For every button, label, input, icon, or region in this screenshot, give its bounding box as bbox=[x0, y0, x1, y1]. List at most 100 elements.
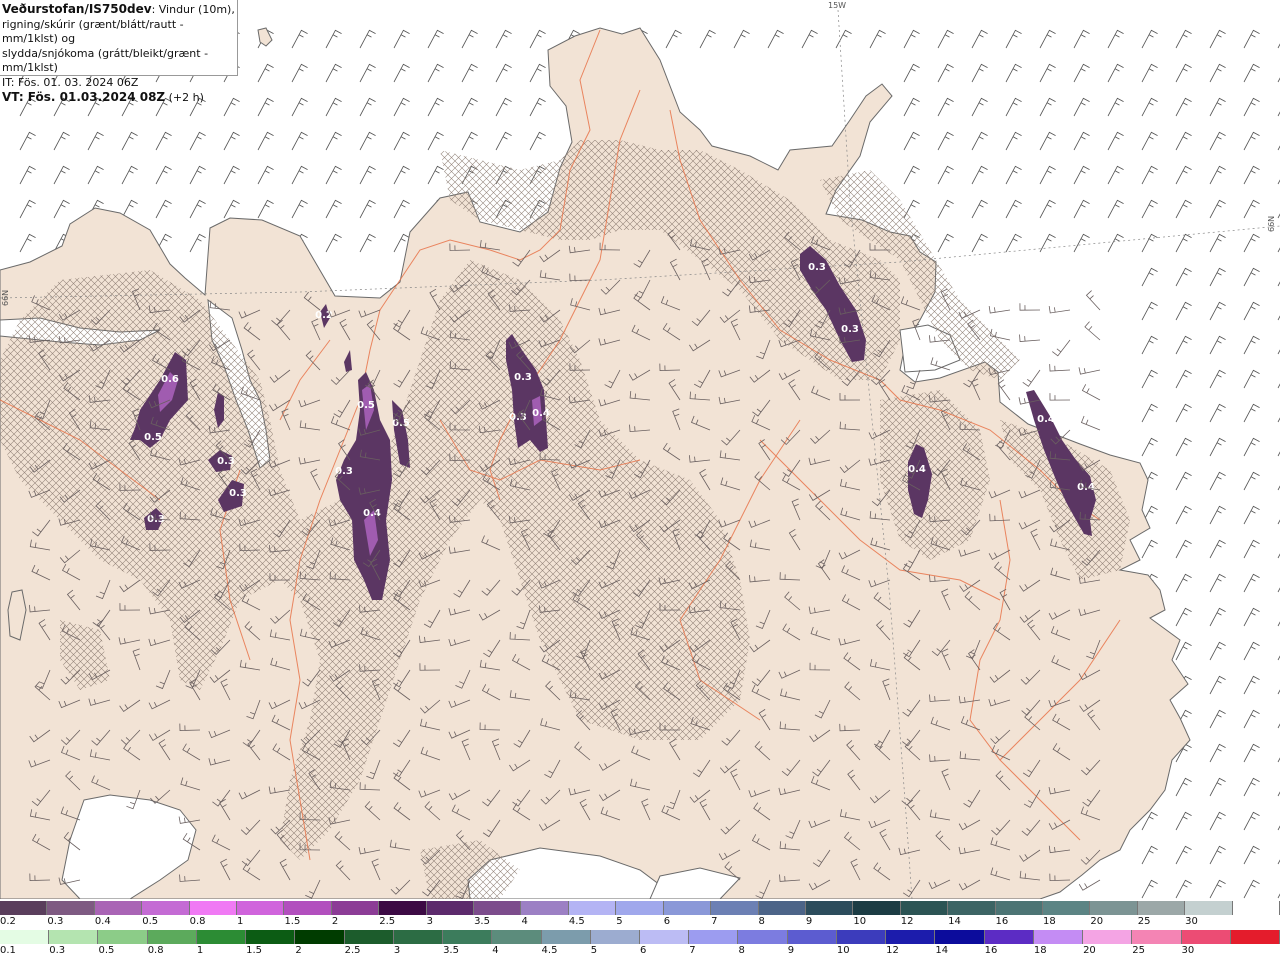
legend-tick-label: 6 bbox=[640, 945, 647, 956]
legend-tick-label: 8 bbox=[758, 916, 765, 927]
legend-swatch bbox=[935, 930, 985, 944]
legend-tick-label: 7 bbox=[711, 916, 718, 927]
legend-tick-label: 0.2 bbox=[0, 916, 16, 927]
legend-swatch bbox=[738, 930, 788, 944]
legend-tick-label: 1.5 bbox=[284, 916, 301, 927]
legend-swatch bbox=[147, 930, 197, 944]
precip-value-label: 0.3 bbox=[841, 324, 859, 335]
map-title-panel: Veðurstofan/IS750dev: Vindur (10m), rign… bbox=[0, 0, 238, 104]
legend-swatch bbox=[426, 901, 475, 915]
legend-swatch bbox=[0, 901, 48, 915]
legend-swatch bbox=[474, 901, 522, 915]
weather-map: 0.60.50.50.30.30.30.50.20.30.40.30.3 0.40… bbox=[0, 0, 1280, 899]
legend-swatch bbox=[94, 901, 143, 915]
lon-label-15w: 15W bbox=[828, 1, 846, 10]
legend-tick-label: 12 bbox=[900, 916, 914, 927]
legend-tick-label: 18 bbox=[1033, 945, 1047, 956]
legend-tick-label: 0.3 bbox=[47, 916, 64, 927]
legend-tick-label: 25 bbox=[1137, 916, 1151, 927]
legend-tick-label: 1 bbox=[237, 916, 244, 927]
precip-value-label: 0.4 bbox=[1037, 414, 1055, 425]
legend-swatch bbox=[344, 930, 394, 944]
legend-swatch bbox=[521, 901, 569, 915]
title-snow: slydda/snjókoma (grátt/bleikt/grænt - mm… bbox=[2, 46, 209, 75]
legend-tick-label: 10 bbox=[836, 945, 850, 956]
legend-swatch bbox=[1181, 930, 1231, 944]
legend-swatch bbox=[886, 930, 936, 944]
title-source: Veðurstofan/IS750dev bbox=[2, 2, 152, 16]
legend-tick-label: 1.5 bbox=[246, 945, 263, 956]
legend-tick-label: 25 bbox=[1132, 945, 1146, 956]
legend-tick-label: 3 bbox=[426, 916, 434, 927]
legend-tick-label: 4 bbox=[521, 916, 528, 927]
legend-swatch bbox=[805, 901, 854, 915]
legend-swatch bbox=[284, 901, 332, 915]
legend-swatch bbox=[443, 930, 493, 944]
valid-time: VT: Fös. 01.03.2024 08Z bbox=[2, 90, 166, 104]
legend-swatch bbox=[1033, 930, 1084, 944]
legend-tick-label: 5 bbox=[616, 916, 623, 927]
legend-rain-colorbar bbox=[0, 930, 1280, 944]
legend-tick-label: 0.5 bbox=[142, 916, 159, 927]
legend-tick-label: 10 bbox=[853, 916, 867, 927]
legend-swatch bbox=[689, 930, 739, 944]
legend-tick-label: 9 bbox=[805, 916, 813, 927]
legend-snow-colorbar bbox=[0, 901, 1280, 915]
legend-swatch bbox=[1232, 901, 1280, 915]
legend-swatch bbox=[331, 901, 380, 915]
legend-swatch bbox=[492, 930, 542, 944]
legend-swatch bbox=[900, 901, 949, 915]
legend-swatch bbox=[142, 901, 190, 915]
legend-swatch bbox=[1090, 901, 1138, 915]
lat-label-right: 66N bbox=[1267, 216, 1276, 232]
legend-swatch bbox=[758, 901, 806, 915]
legend-swatch bbox=[984, 930, 1034, 944]
legend-swatch bbox=[295, 930, 345, 944]
legend-tick-label: 30 bbox=[1181, 945, 1195, 956]
precip-value-label: 0.6 bbox=[161, 374, 179, 385]
legend-tick-label: 0.3 bbox=[49, 945, 66, 956]
legend-tick-label: 8 bbox=[738, 945, 745, 956]
legend-tick-label: 18 bbox=[1042, 916, 1056, 927]
legend-tick-label: 0.4 bbox=[94, 916, 111, 927]
legend-tick-label: 0.5 bbox=[98, 945, 115, 956]
legend-swatch bbox=[640, 930, 690, 944]
legend-swatch bbox=[663, 901, 712, 915]
precip-value-label: 0.3 bbox=[808, 262, 826, 273]
legend-snow-labels: 0.2 0.3 0.4 0.5 0.8 1 1.5 2 2.5 3 3.5 4 4.5 5 6 7 8 9 10 12… bbox=[0, 916, 1280, 929]
legend-swatch bbox=[237, 901, 285, 915]
legend-swatch bbox=[1137, 901, 1186, 915]
legend-swatch bbox=[995, 901, 1043, 915]
legend-tick-label: 1 bbox=[196, 945, 204, 956]
legend-tick-label: 7 bbox=[689, 945, 696, 956]
legend-rain-labels: 0.1 0.3 0.5 0.8 1 1.5 2 2.5 3 3.5 4 4.5 5 6 7 8 9 10 12 14 1… bbox=[0, 945, 1280, 958]
legend-swatch bbox=[1042, 901, 1091, 915]
legend-tick-label: 9 bbox=[787, 945, 795, 956]
legend-swatch bbox=[1083, 930, 1133, 944]
legend-swatch bbox=[1132, 930, 1182, 944]
legend-tick-label: 2.5 bbox=[379, 916, 396, 927]
legend-tick-label: 4.5 bbox=[568, 916, 585, 927]
precip-value-label: 0.5 bbox=[357, 400, 375, 411]
precip-value-label: 0.3 bbox=[335, 466, 353, 477]
legend-tick-label: 0.8 bbox=[147, 945, 164, 956]
legend-tick-label: 30 bbox=[1185, 916, 1198, 927]
legend-swatch bbox=[590, 930, 640, 944]
precip-value-label: 0.3 bbox=[514, 372, 532, 383]
legend-swatch bbox=[853, 901, 901, 915]
legend-tick-label: 14 bbox=[948, 916, 961, 927]
legend-tick-label: 3 bbox=[393, 945, 401, 956]
precip-value-label: 0.5 bbox=[144, 432, 162, 443]
legend-swatch bbox=[189, 901, 238, 915]
initial-time: IT: Fös. 01. 03. 2024 06Z bbox=[2, 75, 139, 89]
legend-tick-label: 16 bbox=[984, 945, 998, 956]
legend-swatch bbox=[47, 901, 95, 915]
legend-tick-label: 2 bbox=[295, 945, 302, 956]
legend-swatch bbox=[49, 930, 99, 944]
legend-tick-label: 4.5 bbox=[541, 945, 558, 956]
legend-tick-label: 20 bbox=[1083, 945, 1096, 956]
legend-swatch bbox=[246, 930, 296, 944]
legend-tick-label: 2 bbox=[331, 916, 339, 927]
legend-swatch bbox=[541, 930, 591, 944]
legend-tick-label: 2.5 bbox=[344, 945, 361, 956]
